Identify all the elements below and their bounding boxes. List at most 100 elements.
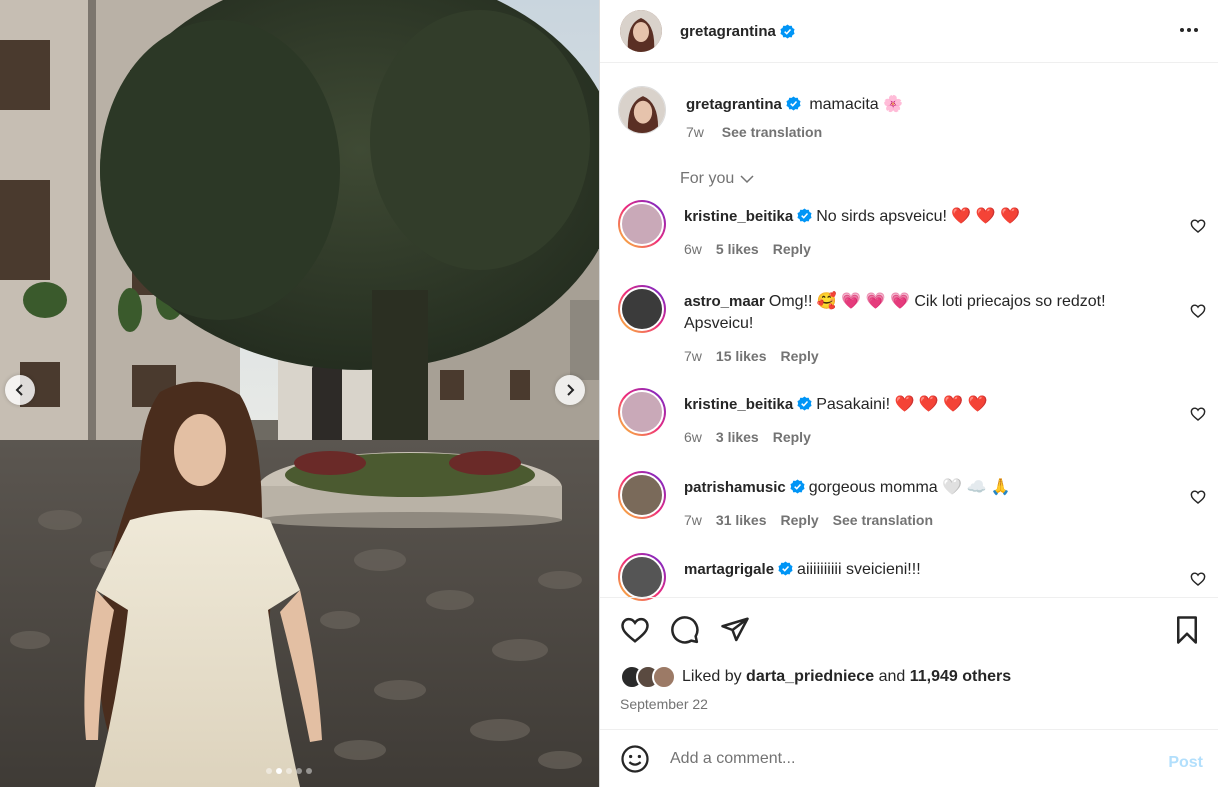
comment-icon[interactable] [670, 615, 700, 645]
comment-input[interactable] [670, 749, 1140, 768]
avatar-image [620, 10, 662, 52]
comment-avatar[interactable] [618, 553, 666, 601]
comment-avatar[interactable] [618, 200, 666, 248]
comment-age: 7w [684, 348, 702, 364]
chevron-right-icon [567, 384, 575, 396]
comment-username[interactable]: patrishamusic [684, 479, 786, 496]
caption-text: mamacita 🌸 [809, 96, 904, 113]
avatar [652, 665, 676, 689]
comment-username[interactable]: kristine_beitika [684, 208, 793, 225]
comment-meta: 6w 3 likes Reply [684, 426, 1154, 448]
caption-age: 7w [686, 124, 704, 140]
comment-username[interactable]: martagrigale [684, 561, 774, 578]
avatar-image [620, 473, 664, 517]
carousel-dots [266, 768, 312, 774]
carousel-dot [296, 768, 302, 774]
liked-by: Liked by darta_priedniece and 11,949 oth… [620, 665, 1011, 689]
like-icon[interactable] [620, 615, 650, 645]
comments-sort-dropdown[interactable]: For you [680, 170, 754, 188]
see-translation-link[interactable]: See translation [722, 124, 822, 140]
verified-badge-icon [786, 96, 801, 111]
post-photo[interactable] [0, 0, 599, 787]
verified-badge-icon [778, 561, 793, 576]
post-date[interactable]: September 22 [620, 696, 708, 712]
carousel-next-button[interactable] [555, 375, 585, 405]
comment-like-icon[interactable] [1190, 489, 1206, 505]
carousel-dot [286, 768, 292, 774]
comment-item: martagrigale aiiiiiiiiii sveicieni!!! [618, 553, 1208, 601]
comment-like-icon[interactable] [1190, 218, 1206, 234]
post-caption: gretagrantina mamacita 🌸 7w See translat… [618, 86, 903, 140]
chevron-left-icon [15, 384, 23, 396]
verified-badge-icon [790, 479, 805, 494]
comment-meta: 6w 5 likes Reply [684, 238, 1154, 260]
caption-author-avatar[interactable] [618, 86, 666, 134]
avatar-image [620, 555, 664, 599]
comment-text: No sirds apsveicu! ❤️ ❤️ ❤️ [816, 208, 1021, 225]
comment-body: kristine_beitika Pasakaini! ❤️ ❤️ ❤️ ❤️ 6w… [684, 394, 1154, 448]
comment-like-icon[interactable] [1190, 406, 1206, 422]
verified-badge-icon [797, 396, 812, 411]
reply-button[interactable]: Reply [773, 241, 811, 257]
post-comment-button[interactable]: Post [1168, 754, 1203, 772]
avatar-image [620, 202, 664, 246]
carousel-dot [306, 768, 312, 774]
post-side-panel: gretagrantina gretagrantina mamacita 🌸 7… [599, 0, 1218, 787]
comment-item: patrishamusic gorgeous momma 🤍 ☁️ 🙏 7w 31 l… [618, 471, 1208, 531]
liked-avatars [620, 665, 676, 689]
comment-item: kristine_beitika Pasakaini! ❤️ ❤️ ❤️ ❤️ 6w… [618, 388, 1208, 448]
author-avatar[interactable] [620, 10, 662, 52]
liked-prefix: Liked by [682, 668, 742, 685]
comment-text: aiiiiiiiiii sveicieni!!! [797, 561, 921, 578]
liked-user-link[interactable]: darta_priedniece [746, 668, 874, 686]
verified-badge-icon [797, 208, 812, 223]
comment-like-icon[interactable] [1190, 303, 1206, 319]
comment-meta: 7w 31 likes Reply See translation [684, 509, 1154, 531]
more-options-button[interactable] [1177, 18, 1201, 42]
avatar-image [620, 390, 664, 434]
comment-meta: 7w 15 likes Reply [684, 345, 1154, 367]
caption-meta: 7w See translation [686, 124, 903, 140]
comment-likes[interactable]: 15 likes [716, 348, 767, 364]
comment-text: gorgeous momma 🤍 ☁️ 🙏 [808, 479, 1011, 496]
comment-age: 7w [684, 512, 702, 528]
comment-body: martagrigale aiiiiiiiiii sveicieni!!! [684, 559, 1154, 601]
comment-username[interactable]: kristine_beitika [684, 396, 793, 413]
reply-button[interactable]: Reply [781, 348, 819, 364]
caption-body: gretagrantina mamacita 🌸 7w See translat… [686, 94, 903, 140]
comment-username[interactable]: astro_maar [684, 293, 765, 310]
comment-avatar[interactable] [618, 388, 666, 436]
comment-body: kristine_beitika No sirds apsveicu! ❤️ ❤️… [684, 206, 1154, 260]
comment-item: kristine_beitika No sirds apsveicu! ❤️ ❤️… [618, 200, 1208, 260]
comment-like-icon[interactable] [1190, 571, 1206, 587]
carousel-dot [266, 768, 272, 774]
comment-likes[interactable]: 31 likes [716, 512, 767, 528]
liked-others-link[interactable]: 11,949 others [910, 668, 1011, 686]
liked-and: and [878, 668, 906, 685]
carousel-dot-active [276, 768, 282, 774]
comment-avatar[interactable] [618, 471, 666, 519]
avatar-image [620, 287, 664, 331]
chevron-down-icon [740, 174, 754, 183]
see-translation-link[interactable]: See translation [833, 512, 933, 528]
author-username[interactable]: gretagrantina [680, 23, 776, 40]
caption-username[interactable]: gretagrantina [686, 96, 782, 113]
carousel-prev-button[interactable] [5, 375, 35, 405]
comment-body: astro_maar Omg!! 🥰 💗 💗 💗 Cik loti priecaj… [684, 291, 1154, 367]
reply-button[interactable]: Reply [773, 429, 811, 445]
comment-body: patrishamusic gorgeous momma 🤍 ☁️ 🙏 7w 31 l… [684, 477, 1154, 531]
share-icon[interactable] [720, 615, 750, 645]
sort-label: For you [680, 170, 735, 187]
comment-likes[interactable]: 3 likes [716, 429, 759, 445]
comment-item: astro_maar Omg!! 🥰 💗 💗 💗 Cik loti priecaj… [618, 285, 1208, 367]
more-horizontal-icon [1180, 28, 1198, 32]
comment-avatar[interactable] [618, 285, 666, 333]
comment-likes[interactable]: 5 likes [716, 241, 759, 257]
save-bookmark-icon[interactable] [1172, 615, 1202, 645]
emoji-icon[interactable] [620, 744, 650, 774]
avatar-image [619, 87, 665, 133]
post-header: gretagrantina [600, 0, 1218, 63]
post-image [0, 0, 599, 787]
reply-button[interactable]: Reply [781, 512, 819, 528]
verified-badge-icon [780, 23, 795, 39]
